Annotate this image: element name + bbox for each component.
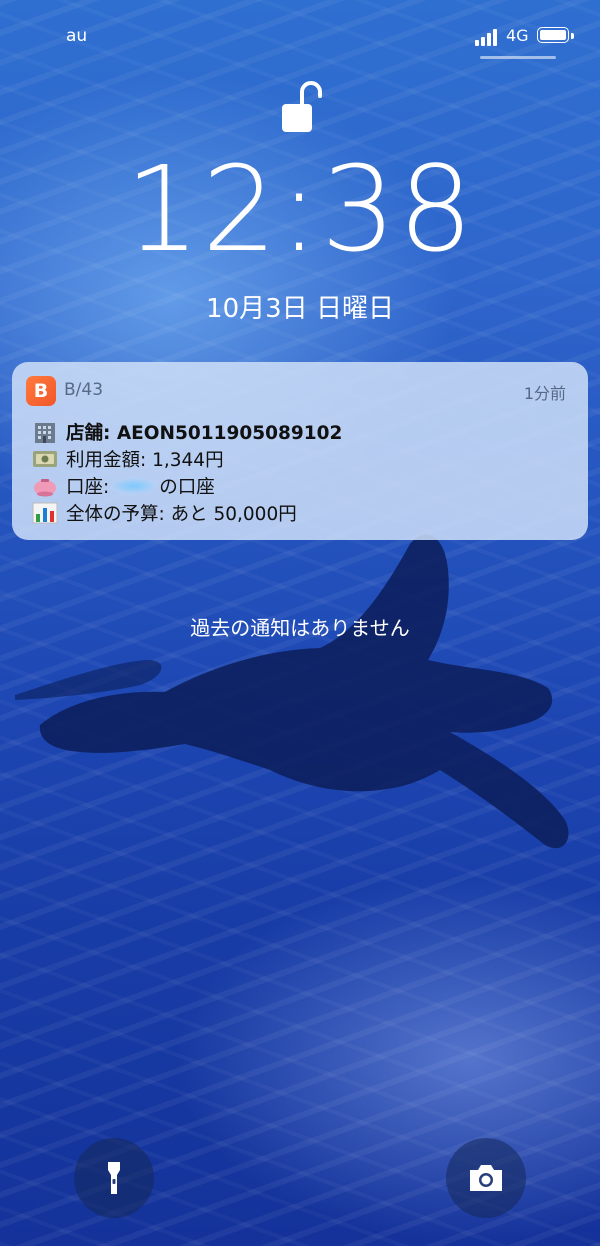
notification-card[interactable]: B B/43 1分前 店舗: AEON5011905089102 利用金額: 1…	[12, 362, 588, 540]
no-older-notifications-label: 過去の通知はありません	[190, 616, 410, 640]
account-suffix: の口座	[159, 476, 215, 498]
store-line: 店舗: AEON5011905089102	[32, 418, 342, 445]
budget-text: 全体の予算: あと 50,000円	[66, 503, 297, 525]
battery-icon	[537, 27, 569, 43]
budget-line: 全体の予算: あと 50,000円	[32, 499, 342, 526]
cellular-signal-icon	[475, 28, 501, 46]
control-center-indicator[interactable]	[480, 56, 556, 59]
lock-screen-date: 10月3日 日曜日	[206, 294, 394, 324]
carrier-label: au	[66, 26, 88, 46]
camera-icon	[470, 1165, 502, 1191]
redacted-account-name	[111, 477, 158, 494]
app-icon: B	[26, 376, 56, 406]
store-text: 店舗: AEON5011905089102	[66, 422, 343, 444]
account-prefix: 口座:	[66, 476, 110, 498]
notification-app-name: B/43	[64, 380, 104, 400]
notification-body: 店舗: AEON5011905089102 利用金額: 1,344円 口座: の…	[32, 418, 342, 526]
notification-time-ago: 1分前	[523, 384, 566, 403]
network-type-label: 4G	[506, 26, 529, 45]
amount-line: 利用金額: 1,344円	[32, 445, 342, 472]
amount-text: 利用金額: 1,344円	[66, 449, 224, 471]
status-bar: au 4G	[0, 24, 600, 54]
lock-screen-time: 12:38	[124, 140, 476, 278]
money-emoji-icon	[33, 450, 57, 467]
unlocked-padlock-icon	[282, 81, 322, 132]
building-emoji-icon	[35, 422, 55, 443]
flashlight-button[interactable]	[74, 1138, 154, 1218]
piggy-bank-emoji-icon	[34, 478, 56, 496]
turtle-wallpaper-image	[15, 534, 569, 849]
flashlight-icon	[108, 1162, 120, 1194]
camera-button[interactable]	[446, 1138, 526, 1218]
battery-tip	[571, 33, 574, 39]
bar-chart-emoji-icon	[32, 502, 58, 523]
account-line: 口座: の口座	[32, 472, 342, 499]
